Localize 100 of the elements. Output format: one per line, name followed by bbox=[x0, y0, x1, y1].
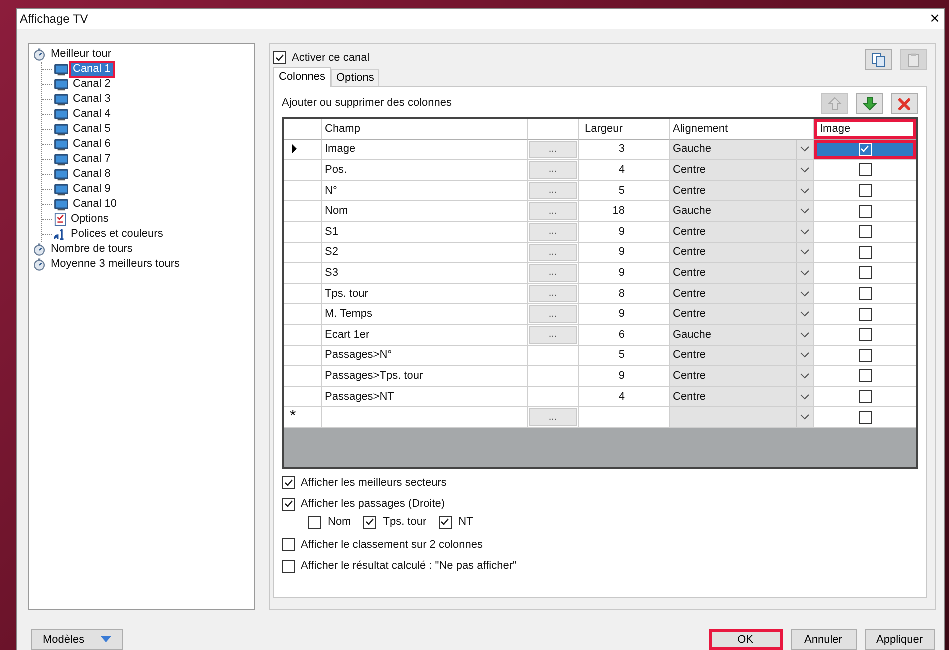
tree-item[interactable]: Canal 1 bbox=[71, 63, 113, 76]
checkbox[interactable] bbox=[273, 51, 286, 64]
new-row-marker: * bbox=[289, 409, 296, 426]
tab[interactable]: Options bbox=[331, 69, 380, 86]
alignment-dropdown[interactable]: Centre bbox=[670, 386, 813, 406]
monitor-icon bbox=[54, 184, 69, 196]
tree-item[interactable]: Canal 9 bbox=[71, 183, 113, 196]
move-down-button[interactable] bbox=[856, 93, 883, 114]
monitor-icon bbox=[54, 94, 69, 106]
checkbox[interactable] bbox=[282, 560, 295, 573]
monitor-icon bbox=[54, 124, 69, 136]
monitor-icon bbox=[54, 108, 69, 120]
delete-button[interactable] bbox=[891, 93, 918, 114]
tree-item[interactable]: Canal 3 bbox=[71, 93, 113, 106]
checkbox[interactable] bbox=[858, 163, 872, 176]
checkbox[interactable] bbox=[858, 225, 872, 238]
checkbox[interactable] bbox=[282, 538, 295, 552]
edit-button[interactable]: ... bbox=[529, 202, 577, 220]
tree-item[interactable]: Canal 6 bbox=[71, 138, 113, 151]
tree-item[interactable]: Canal 7 bbox=[71, 153, 113, 166]
chevron-down-icon bbox=[800, 372, 810, 379]
chevron-down-icon bbox=[800, 394, 810, 400]
checkbox-label: NT bbox=[458, 516, 474, 528]
tree-item[interactable]: Meilleur tour bbox=[49, 48, 114, 61]
checkbox[interactable] bbox=[858, 410, 872, 424]
checkbox[interactable] bbox=[858, 287, 872, 300]
checkbox[interactable] bbox=[858, 328, 872, 342]
alignment-dropdown[interactable]: Centre bbox=[670, 160, 813, 180]
tree-item[interactable]: Canal 8 bbox=[71, 168, 113, 181]
stopwatch-icon bbox=[33, 243, 46, 256]
checkbox[interactable] bbox=[858, 184, 872, 198]
tab[interactable]: Colonnes bbox=[273, 67, 332, 87]
edit-button[interactable]: ... bbox=[529, 140, 577, 158]
tree-item[interactable]: Canal 5 bbox=[71, 123, 113, 136]
dialog-button[interactable]: Annuler bbox=[790, 629, 857, 650]
alignment-dropdown[interactable]: Centre bbox=[670, 222, 813, 242]
models-button[interactable]: Modèles bbox=[31, 629, 123, 650]
monitor-icon bbox=[54, 78, 69, 90]
edit-button[interactable]: ... bbox=[529, 182, 577, 200]
checkbox[interactable] bbox=[363, 516, 376, 529]
close-button[interactable]: × bbox=[926, 10, 944, 28]
checkbox-label: Afficher les meilleurs secteurs bbox=[301, 476, 447, 489]
checkbox[interactable] bbox=[858, 390, 872, 404]
checkbox[interactable] bbox=[858, 369, 872, 382]
checkbox[interactable] bbox=[308, 516, 321, 529]
tree-item[interactable]: Canal 2 bbox=[71, 78, 113, 91]
checkbox-label: Afficher le classement sur 2 colonnes bbox=[301, 538, 483, 551]
edit-button[interactable]: ... bbox=[529, 305, 577, 323]
copy-button[interactable] bbox=[865, 49, 892, 70]
alignment-dropdown[interactable]: Centre bbox=[670, 304, 813, 324]
monitor-icon bbox=[54, 168, 69, 180]
checkbox[interactable] bbox=[858, 266, 872, 280]
alignment-dropdown[interactable]: Centre bbox=[670, 284, 813, 304]
alignment-dropdown[interactable]: Centre bbox=[670, 242, 813, 262]
tree-item[interactable]: Options bbox=[69, 213, 111, 226]
edit-button[interactable]: ... bbox=[529, 408, 577, 426]
chevron-down-icon bbox=[800, 332, 810, 338]
alignment-dropdown[interactable]: Centre bbox=[670, 366, 813, 386]
chevron-down-icon bbox=[800, 228, 810, 235]
cross-icon bbox=[898, 96, 912, 110]
dialog-button[interactable]: Appliquer bbox=[864, 629, 935, 650]
edit-button[interactable]: ... bbox=[529, 326, 577, 344]
stopwatch-icon bbox=[33, 48, 46, 61]
dialog-button[interactable]: OK bbox=[708, 629, 783, 650]
alignment-dropdown[interactable]: Centre bbox=[670, 263, 813, 283]
edit-button[interactable]: ... bbox=[529, 244, 577, 262]
chevron-down-icon bbox=[800, 270, 810, 276]
copy-icon bbox=[872, 52, 886, 66]
edit-button[interactable]: ... bbox=[529, 161, 577, 179]
monitor-icon bbox=[54, 64, 69, 76]
checkbox[interactable] bbox=[858, 348, 872, 362]
checkbox-label: Tps. tour bbox=[383, 516, 427, 528]
tree-item[interactable]: Polices et couleurs bbox=[69, 228, 166, 241]
chevron-down-icon bbox=[800, 249, 810, 256]
checkbox[interactable] bbox=[282, 498, 295, 511]
alignment-dropdown[interactable]: Centre bbox=[670, 180, 813, 200]
alignment-dropdown[interactable]: Centre bbox=[670, 346, 813, 366]
monitor-icon bbox=[54, 138, 69, 150]
clipboard-icon bbox=[906, 52, 920, 66]
edit-button[interactable]: ... bbox=[529, 264, 577, 282]
checkbox[interactable] bbox=[858, 308, 872, 321]
tree-item[interactable]: Canal 10 bbox=[71, 198, 120, 211]
checkbox[interactable] bbox=[858, 246, 872, 259]
chevron-down-icon bbox=[800, 188, 810, 194]
chevron-down-icon bbox=[800, 414, 810, 420]
monitor-icon bbox=[54, 198, 69, 210]
edit-button[interactable]: ... bbox=[529, 222, 577, 241]
alignment-dropdown[interactable]: Gauche bbox=[670, 324, 813, 345]
tree-item[interactable]: Canal 4 bbox=[71, 108, 113, 121]
checkbox[interactable] bbox=[858, 204, 872, 218]
monitor-icon bbox=[54, 154, 69, 166]
tree-item[interactable]: Moyenne 3 meilleurs tours bbox=[49, 258, 182, 271]
arrow-up-icon bbox=[828, 96, 842, 110]
alignment-dropdown[interactable]: Gauche bbox=[670, 201, 813, 221]
checkbox[interactable] bbox=[438, 516, 452, 529]
caret-icon bbox=[100, 636, 111, 643]
checkbox[interactable] bbox=[282, 476, 295, 490]
tree-item[interactable]: Nombre de tours bbox=[49, 243, 135, 256]
alignment-dropdown[interactable]: Gauche bbox=[670, 140, 813, 160]
edit-button[interactable]: ... bbox=[529, 284, 577, 302]
